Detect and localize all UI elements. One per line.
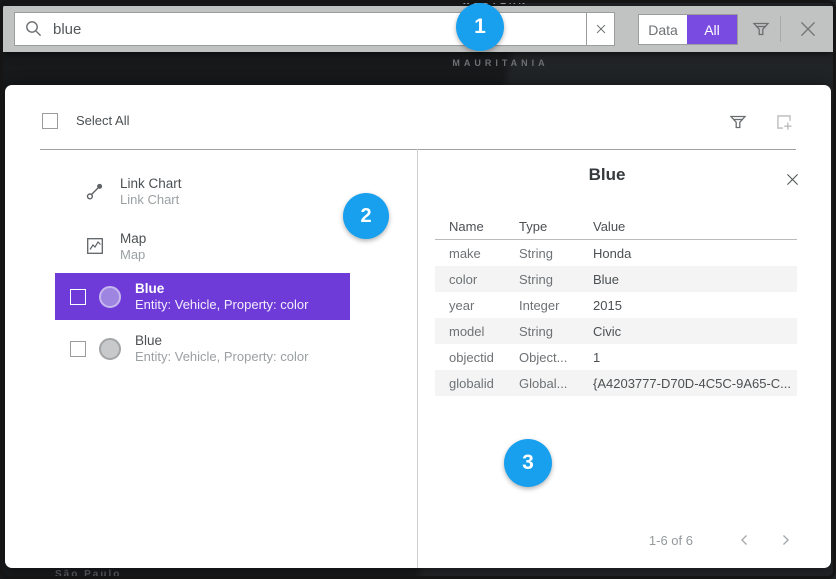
- table-row: objectid Object... 1: [435, 344, 797, 370]
- table-row: globalid Global... {A4203777-D70D-4C5C-9…: [435, 370, 797, 396]
- map-label-sao-paulo: São Paulo: [55, 569, 121, 579]
- cell-name: make: [435, 246, 505, 261]
- callout-badge-2: 2: [343, 193, 389, 239]
- cell-type: Global...: [505, 376, 579, 391]
- table-row: model String Civic: [435, 318, 797, 344]
- search-toolbar: Data All: [3, 6, 833, 52]
- cell-type: Object...: [505, 350, 579, 365]
- next-page-button[interactable]: [773, 528, 797, 552]
- cell-name: globalid: [435, 376, 505, 391]
- table-row: year Integer 2015: [435, 292, 797, 318]
- pagination: 1-6 of 6: [649, 528, 797, 552]
- table-row: color String Blue: [435, 266, 797, 292]
- result-item-blue-selected[interactable]: Blue Entity: Vehicle, Property: color: [55, 273, 350, 320]
- result-subtitle: Entity: Vehicle, Property: color: [135, 297, 308, 313]
- cell-name: year: [435, 298, 505, 313]
- cell-name: color: [435, 272, 505, 287]
- result-subtitle: Entity: Vehicle, Property: color: [135, 349, 308, 365]
- attribute-table: Name Type Value make String Honda color …: [435, 213, 797, 396]
- chevron-left-icon: [737, 532, 753, 548]
- cell-type: String: [505, 272, 579, 287]
- previous-page-button[interactable]: [733, 528, 757, 552]
- result-title: Blue: [135, 332, 308, 349]
- search-icon: [15, 13, 53, 45]
- cell-name: model: [435, 324, 505, 339]
- scope-data-button[interactable]: Data: [639, 15, 687, 44]
- clear-icon: [594, 22, 608, 36]
- cell-type: String: [505, 324, 579, 339]
- result-title: Map: [120, 230, 146, 247]
- app-window: WESTERN MAURITANIA São Paulo Data All Se…: [0, 0, 836, 579]
- cell-name: objectid: [435, 350, 505, 365]
- filter-icon: [728, 112, 748, 132]
- cell-type: Integer: [505, 298, 579, 313]
- search-box: [14, 12, 615, 46]
- entity-swatch: [99, 286, 121, 308]
- toolbar-close-button[interactable]: [793, 14, 823, 44]
- close-icon: [784, 171, 801, 188]
- cell-value: 1: [579, 350, 797, 365]
- detail-close-button[interactable]: [782, 169, 802, 189]
- select-all-label: Select All: [76, 113, 129, 129]
- table-header: Name Type Value: [435, 213, 797, 240]
- result-subtitle: Link Chart: [120, 192, 182, 208]
- add-to-selection-button[interactable]: [771, 109, 797, 135]
- add-selection-icon: [773, 111, 795, 133]
- link-chart-icon: [84, 181, 106, 201]
- result-title: Blue: [135, 280, 308, 297]
- pagination-range: 1-6 of 6: [649, 533, 693, 548]
- result-title: Link Chart: [120, 175, 182, 192]
- toolbar-filter-button[interactable]: [747, 15, 775, 43]
- col-header-type: Type: [505, 219, 579, 234]
- cell-value: Civic: [579, 324, 797, 339]
- search-input[interactable]: [53, 13, 586, 45]
- detail-title: Blue: [417, 165, 797, 185]
- cell-value: {A4203777-D70D-4C5C-9A65-C...: [579, 376, 797, 391]
- result-checkbox[interactable]: [70, 289, 86, 305]
- header-divider: [40, 149, 796, 150]
- entity-swatch: [99, 338, 121, 360]
- cell-type: String: [505, 246, 579, 261]
- filter-icon: [751, 19, 771, 39]
- map-icon: [84, 236, 106, 256]
- result-item-blue[interactable]: Blue Entity: Vehicle, Property: color: [55, 325, 350, 372]
- scope-all-button[interactable]: All: [687, 15, 737, 44]
- cell-value: 2015: [579, 298, 797, 313]
- close-icon: [797, 18, 819, 40]
- result-checkbox[interactable]: [70, 341, 86, 357]
- map-label-mauritania: MAURITANIA: [428, 58, 573, 68]
- col-header-value: Value: [579, 219, 797, 234]
- toolbar-divider: [780, 16, 781, 42]
- search-results-panel: Select All Link Chart Link Chart Map: [5, 85, 831, 568]
- cell-value: Honda: [579, 246, 797, 261]
- results-filter-button[interactable]: [725, 109, 751, 135]
- scope-toggle: Data All: [638, 14, 738, 45]
- table-row: make String Honda: [435, 240, 797, 266]
- clear-search-button[interactable]: [586, 13, 614, 45]
- cell-value: Blue: [579, 272, 797, 287]
- chevron-right-icon: [777, 532, 793, 548]
- select-all-checkbox[interactable]: [42, 113, 58, 129]
- result-subtitle: Map: [120, 247, 146, 263]
- col-header-name: Name: [435, 219, 505, 234]
- list-detail-divider: [417, 149, 418, 568]
- callout-badge-3: 3: [504, 439, 552, 487]
- callout-badge-1: 1: [456, 3, 504, 51]
